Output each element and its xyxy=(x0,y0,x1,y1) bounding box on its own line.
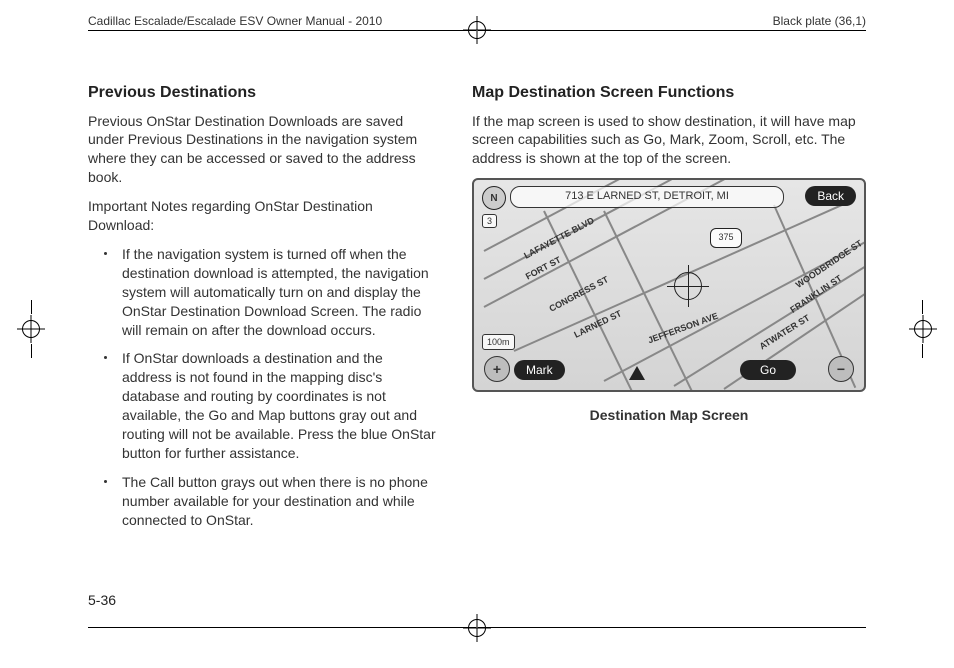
crop-rule-bottom-left xyxy=(88,627,476,628)
right-column: Map Destination Screen Functions If the … xyxy=(472,82,866,578)
heading-previous-destinations: Previous Destinations xyxy=(88,82,436,104)
destination-map-screen: LAFAYETTE BLVD FORT ST CONGRESS ST LARNE… xyxy=(472,178,866,392)
map-address-bar: 713 E LARNED ST, DETROIT, MI xyxy=(510,186,784,208)
north-indicator[interactable]: N xyxy=(482,186,506,210)
route-shield: 375 xyxy=(710,228,742,248)
manual-title: Cadillac Escalade/Escalade ESV Owner Man… xyxy=(88,14,382,28)
zoom-in-button[interactable]: + xyxy=(484,356,510,382)
map-scale: 100m xyxy=(482,334,515,350)
minus-icon: − xyxy=(837,360,845,379)
go-button[interactable]: Go xyxy=(740,360,796,380)
figure-caption: Destination Map Screen xyxy=(472,406,866,425)
list-item: The Call button grays out when there is … xyxy=(122,473,436,530)
registration-mark-right xyxy=(914,320,932,338)
left-column: Previous Destinations Previous OnStar De… xyxy=(88,82,436,578)
crop-tick-right-bot xyxy=(922,344,923,358)
crop-rule-bottom-right xyxy=(478,627,866,628)
running-header: Cadillac Escalade/Escalade ESV Owner Man… xyxy=(88,8,866,34)
registration-mark-left xyxy=(22,320,40,338)
notes-list: If the navigation system is turned off w… xyxy=(88,245,436,529)
map-crosshair-icon xyxy=(674,272,702,300)
street-label: JEFFERSON AVE xyxy=(646,310,720,347)
page-number: 5-36 xyxy=(88,592,116,608)
crop-tick-right-top xyxy=(922,300,923,314)
vehicle-icon xyxy=(629,366,645,380)
paragraph: If the map screen is used to show destin… xyxy=(472,112,866,169)
map-indicator-3: 3 xyxy=(482,214,497,228)
crop-tick-left-bot xyxy=(31,344,32,358)
page: { "header":{ "manual_title":"Cadillac Es… xyxy=(0,0,954,668)
heading-map-destination: Map Destination Screen Functions xyxy=(472,82,866,104)
paragraph: Previous OnStar Destination Downloads ar… xyxy=(88,112,436,188)
plus-icon: + xyxy=(493,360,501,379)
registration-mark-bottom xyxy=(468,619,486,637)
list-item: If the navigation system is turned off w… xyxy=(122,245,436,339)
list-item: If OnStar downloads a destination and th… xyxy=(122,349,436,462)
content-columns: Previous Destinations Previous OnStar De… xyxy=(88,82,866,578)
back-button[interactable]: Back xyxy=(805,186,856,206)
north-letter: N xyxy=(490,192,497,206)
paragraph: Important Notes regarding OnStar Destina… xyxy=(88,197,436,235)
crop-tick-left-top xyxy=(31,300,32,314)
mark-button[interactable]: Mark xyxy=(514,360,565,380)
black-plate-label: Black plate (36,1) xyxy=(773,14,866,28)
